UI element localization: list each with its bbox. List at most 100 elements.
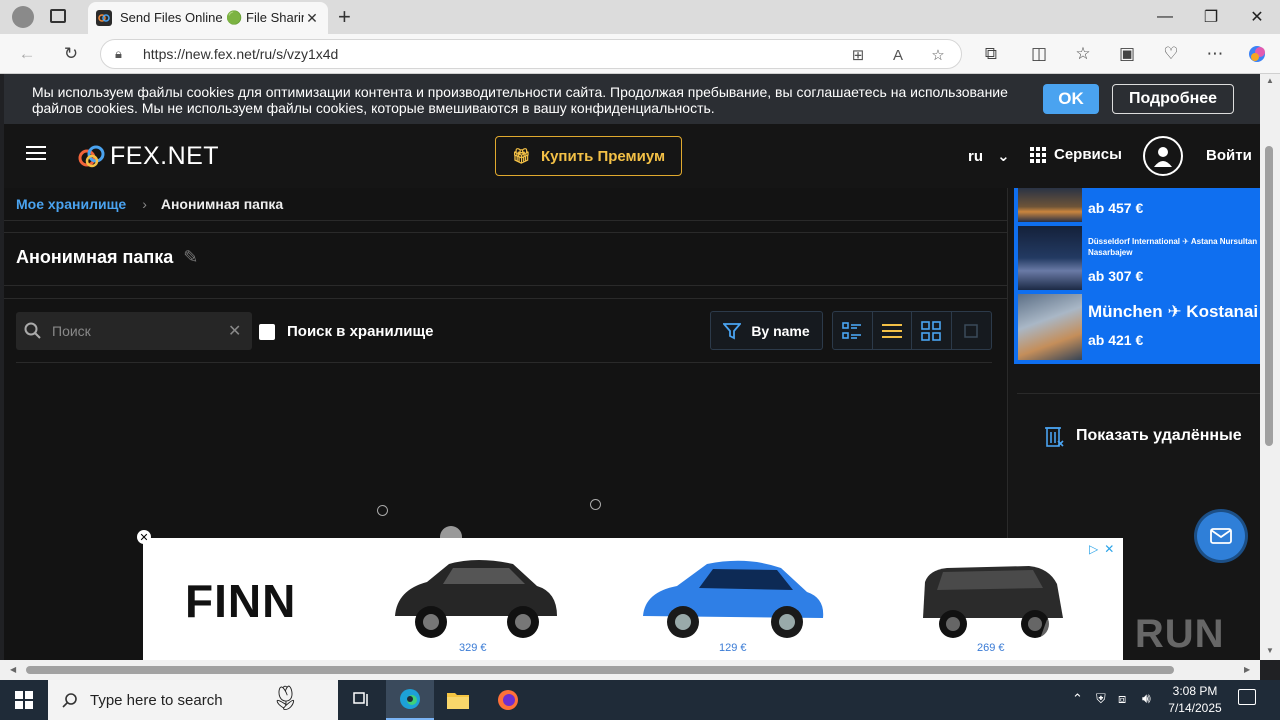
user-avatar-icon[interactable] xyxy=(1143,136,1183,176)
scroll-left-icon[interactable]: ◀ xyxy=(10,665,16,674)
site-info-icon[interactable]: 🔒︎ xyxy=(115,46,143,62)
list-view-icon[interactable] xyxy=(873,312,912,349)
flight-ad-row[interactable]: ab 457 € xyxy=(1018,188,1260,222)
tray-security-icon[interactable]: ⛨ xyxy=(1096,691,1106,707)
tray-chevron-up-icon[interactable]: ⌃ xyxy=(1072,691,1083,707)
ad-brand-logo: FINN xyxy=(185,575,297,627)
hamburger-menu-icon[interactable] xyxy=(26,146,46,162)
divider xyxy=(4,220,1008,221)
flight-price: ab 421 € xyxy=(1088,332,1144,348)
back-icon[interactable]: ← xyxy=(12,40,42,68)
breadcrumb-current: Анонимная папка xyxy=(160,196,284,212)
tulip-decoration-icon: 🌷︎ xyxy=(270,685,301,712)
address-bar[interactable]: 🔒︎ https://new.fex.net/ru/s/vzy1x4d ⊞ A … xyxy=(100,39,962,69)
mail-icon xyxy=(1210,528,1232,544)
copilot-icon[interactable] xyxy=(1242,40,1272,68)
more-menu-icon[interactable]: ⋯ xyxy=(1200,40,1230,68)
scroll-right-icon[interactable]: ▶ xyxy=(1244,665,1250,674)
new-tab-icon[interactable]: + xyxy=(338,4,360,29)
browser-tab-strip: Send Files Online 🟢 File Sharing ✕ + — ❐… xyxy=(0,0,1280,34)
ad-choices[interactable]: ▷ ✕ xyxy=(1089,542,1114,556)
breadcrumb-chevron-icon: › xyxy=(142,196,147,212)
scroll-down-icon[interactable]: ▼ xyxy=(1266,646,1274,655)
favorites-icon[interactable]: ☆ xyxy=(1068,40,1098,68)
select-all-icon[interactable] xyxy=(952,312,991,349)
flight-ad-image xyxy=(1018,294,1082,360)
window-close-icon[interactable]: ✕ xyxy=(1234,0,1280,34)
read-aloud-icon[interactable]: A xyxy=(883,40,913,70)
cookie-more-button[interactable]: Подробнее xyxy=(1112,84,1234,114)
loading-dot-icon xyxy=(377,505,388,516)
grid-view-icon[interactable] xyxy=(912,312,952,349)
search-in-storage-toggle[interactable]: Поиск в хранилище xyxy=(259,323,433,340)
contact-mail-button[interactable] xyxy=(1197,512,1245,560)
flight-ad[interactable]: ab 457 € Düsseldorf International ✈ Asta… xyxy=(1014,188,1260,364)
search-in-storage-label: Поиск в хранилище xyxy=(287,323,434,340)
refresh-icon[interactable]: ↻ xyxy=(56,40,86,68)
trash-icon xyxy=(1045,427,1064,447)
edge-taskbar-icon[interactable] xyxy=(386,680,434,720)
ad-close-icon[interactable]: ✕ xyxy=(1104,542,1114,556)
horizontal-scroll-thumb[interactable] xyxy=(26,666,1174,674)
view-mode-switcher xyxy=(832,311,992,350)
sort-button[interactable]: By name xyxy=(710,311,823,350)
login-link[interactable]: Войти xyxy=(1206,147,1252,164)
ad-banner[interactable]: FINN 329 € 129 € 269 € ▷ ✕ xyxy=(143,538,1123,660)
detailed-list-view-icon[interactable] xyxy=(833,312,873,349)
file-explorer-icon[interactable] xyxy=(434,680,482,720)
fex-logo-icon xyxy=(78,145,105,167)
show-deleted-button[interactable]: Показать удалённые xyxy=(1044,424,1242,448)
url-text: https://new.fex.net/ru/s/vzy1x4d xyxy=(143,46,339,62)
app-available-icon[interactable]: ⊞ xyxy=(843,40,873,70)
divider xyxy=(4,298,1008,299)
collections-icon[interactable]: ▣ xyxy=(1112,40,1142,68)
vertical-scroll-thumb[interactable] xyxy=(1265,146,1273,446)
flight-ad-row[interactable]: München ✈ Kostanai ab 421 € xyxy=(1018,294,1260,360)
flight-ad-image xyxy=(1018,188,1082,222)
flight-ad-row[interactable]: Düsseldorf International ✈ Astana Nursul… xyxy=(1018,226,1260,290)
filter-icon xyxy=(723,322,742,339)
services-menu[interactable]: Сервисы xyxy=(1030,146,1122,163)
vertical-scrollbar[interactable]: ▲ ▼ xyxy=(1260,74,1280,660)
task-view-icon[interactable] xyxy=(338,680,386,720)
language-select[interactable]: ru ⌄ xyxy=(968,147,1010,165)
split-screen-icon[interactable]: ◫ xyxy=(1024,40,1054,68)
search-icon xyxy=(24,322,41,339)
tab-close-icon[interactable]: ✕ xyxy=(304,10,320,27)
cookie-ok-button[interactable]: OK xyxy=(1043,84,1099,114)
notifications-icon[interactable] xyxy=(1238,689,1256,705)
tab-title: Send Files Online 🟢 File Sharing xyxy=(120,10,304,25)
restore-icon[interactable]: ❐ xyxy=(1188,0,1234,34)
flight-price: ab 457 € xyxy=(1088,200,1144,216)
tab-actions-icon[interactable] xyxy=(50,9,66,23)
search-in-storage-checkbox[interactable] xyxy=(259,323,275,340)
banner-close-icon[interactable]: ✕ xyxy=(137,530,151,544)
extensions-icon[interactable]: ⧉ xyxy=(976,40,1006,68)
minimize-icon[interactable]: — xyxy=(1142,0,1188,34)
breadcrumb-root-link[interactable]: Мое хранилище xyxy=(16,196,126,212)
network-icon[interactable]: ⧈ xyxy=(1118,691,1126,707)
browser-essentials-icon[interactable]: ♡ xyxy=(1156,40,1186,68)
page-title: Анонимная папка ✎ xyxy=(16,247,198,268)
flight-ad-info: Düsseldorf International ✈ Astana Nursul… xyxy=(1082,226,1260,290)
system-clock[interactable]: 3:08 PM 7/14/2025 xyxy=(1160,683,1230,717)
horizontal-scrollbar[interactable]: ◀ ▶ xyxy=(0,660,1260,680)
firefox-icon[interactable] xyxy=(484,680,532,720)
adchoices-icon[interactable]: ▷ xyxy=(1089,542,1098,556)
profile-avatar-icon[interactable] xyxy=(12,6,34,28)
clock-date: 7/14/2025 xyxy=(1168,701,1222,715)
scroll-up-icon[interactable]: ▲ xyxy=(1266,76,1274,85)
search-box: ✕ xyxy=(16,312,252,350)
taskbar-search[interactable]: Type here to search 🌷︎ xyxy=(48,680,338,720)
volume-icon[interactable]: 🔊︎ xyxy=(1142,690,1151,707)
browser-tab-active[interactable]: Send Files Online 🟢 File Sharing ✕ xyxy=(88,2,328,34)
edit-pencil-icon[interactable]: ✎ xyxy=(183,247,198,268)
clear-search-icon[interactable]: ✕ xyxy=(228,321,241,341)
car-image-blue-hatchback xyxy=(643,560,824,638)
fex-logo[interactable]: FEX.NET xyxy=(76,142,219,171)
favorite-star-icon[interactable]: ☆ xyxy=(923,40,953,70)
start-button[interactable] xyxy=(0,680,48,720)
search-input[interactable] xyxy=(52,323,222,339)
gift-icon: 🎁︎ xyxy=(511,148,531,165)
buy-premium-button[interactable]: 🎁︎ Купить Премиум xyxy=(495,136,682,176)
